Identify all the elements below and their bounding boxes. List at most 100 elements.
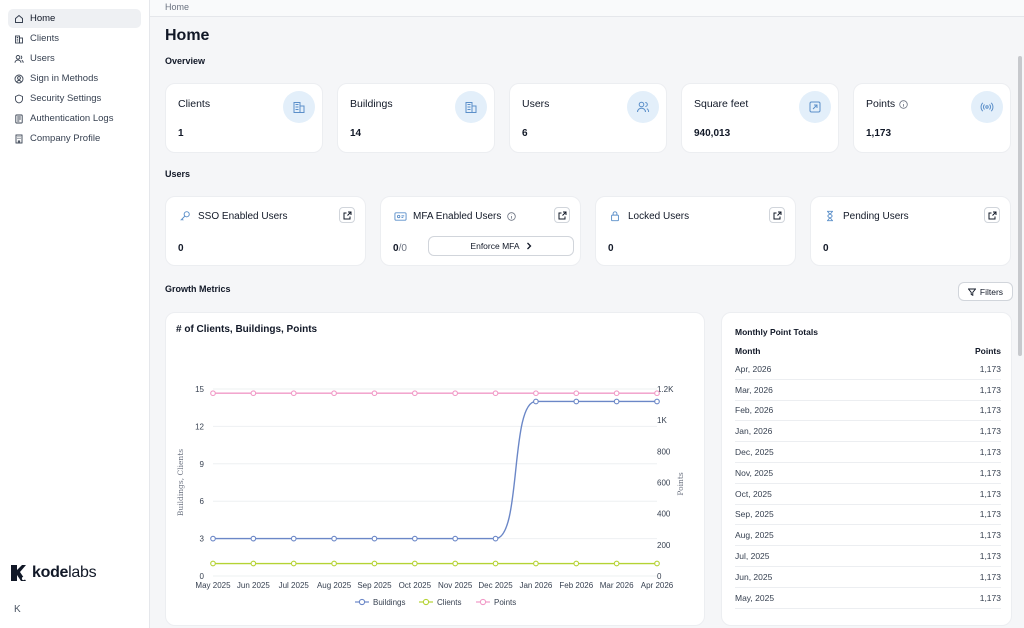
- lock-icon: [608, 209, 622, 223]
- info-icon[interactable]: [899, 99, 908, 109]
- card-value: 14: [350, 128, 362, 139]
- card-value: 0: [178, 243, 184, 254]
- x-tick-label: Sep 2025: [357, 581, 392, 590]
- data-point-buildings: [290, 535, 297, 542]
- main-content: Home Home Overview Clients 1 Buildings 1…: [150, 0, 1024, 628]
- user-card-sso: SSO Enabled Users 0: [165, 196, 366, 266]
- data-point-buildings: [331, 535, 337, 542]
- open-sso-users-button[interactable]: [339, 207, 355, 223]
- data-point-clients: [411, 560, 418, 567]
- card-title: Clients: [178, 98, 211, 110]
- data-point-buildings: [613, 398, 620, 405]
- table-row: Sep, 2025 1,173: [735, 505, 1001, 526]
- table-row: Jun, 2025 1,173: [735, 567, 1001, 588]
- x-tick-label: Dec 2025: [478, 581, 513, 590]
- filters-button[interactable]: Filters: [958, 282, 1013, 301]
- cell-points: 1,173: [979, 426, 1001, 437]
- sidebar-item-security-settings[interactable]: Security Settings: [8, 89, 141, 108]
- table-row: Nov, 2025 1,173: [735, 463, 1001, 484]
- sidebar-item-home[interactable]: Home: [8, 9, 141, 28]
- table-row: Feb, 2026 1,173: [735, 401, 1001, 422]
- growth-chart: 0369121502004006008001K1.2KBuildings, Cl…: [176, 385, 685, 607]
- data-point-buildings: [573, 398, 580, 405]
- y-tick-label: 0: [200, 572, 205, 581]
- data-point-buildings: [492, 535, 499, 542]
- sidebar-item-sign-in-methods[interactable]: Sign in Methods: [8, 69, 141, 88]
- y2-tick-label: 400: [657, 510, 671, 519]
- card-title: Pending Users: [823, 209, 909, 223]
- sidebar-item-authentication-logs[interactable]: Authentication Logs: [8, 109, 141, 128]
- hourglass-icon: [823, 209, 837, 223]
- x-tick-label: Feb 2026: [559, 581, 593, 590]
- open-pending-users-button[interactable]: [984, 207, 1000, 223]
- cell-points: 1,173: [979, 363, 1001, 374]
- filter-icon: [967, 288, 976, 296]
- cell-points: 1,173: [979, 447, 1001, 458]
- logo-text: kodelabs: [32, 564, 97, 581]
- section-overview-label: Overview: [165, 56, 206, 66]
- sidebar-item-users[interactable]: Users: [8, 49, 141, 68]
- log-icon: [14, 114, 24, 124]
- sidebar-nav: Home Clients Users Sign in Methods Secur…: [0, 0, 149, 148]
- legend-swatch-marker: [422, 598, 430, 606]
- open-locked-users-button[interactable]: [769, 207, 785, 223]
- x-tick-label: Jan 2026: [519, 581, 552, 590]
- breadcrumb-home[interactable]: Home: [165, 2, 189, 12]
- home-icon: [14, 14, 24, 24]
- cell-points: 1,173: [979, 592, 1001, 603]
- card-title: Square feet: [694, 98, 749, 110]
- card-title: MFA Enabled Users: [393, 209, 517, 223]
- collapse-sidebar-button[interactable]: K: [14, 604, 21, 615]
- cell-month: Sep, 2025: [735, 509, 774, 520]
- y2-axis-label: Points: [676, 472, 685, 496]
- info-icon[interactable]: [507, 211, 517, 221]
- card-value: 1,173: [866, 128, 892, 139]
- building-icon: [455, 91, 487, 123]
- table-body: Apr, 2026 1,173 Mar, 2026 1,173 Feb, 2026 1,1…: [735, 359, 1001, 609]
- data-point-clients: [371, 560, 378, 567]
- table-row: Jan, 2026 1,173: [735, 421, 1001, 443]
- data-point-buildings: [411, 535, 418, 542]
- building-icon: [14, 34, 24, 44]
- card-value: 6: [522, 128, 528, 139]
- expand-arrow-icon: [799, 91, 831, 123]
- data-point-buildings: [250, 535, 257, 542]
- sidebar-item-company-profile[interactable]: Company Profile: [8, 129, 141, 148]
- breadcrumb: Home: [150, 0, 1024, 17]
- cell-points: 1,173: [979, 488, 1001, 499]
- legend-label: Clients: [437, 598, 461, 607]
- card-title: Locked Users: [608, 209, 689, 223]
- y-axis-label: Buildings, Clients: [176, 449, 185, 516]
- sidebar-item-clients[interactable]: Clients: [8, 29, 141, 48]
- table-row: Apr, 2026 1,173: [735, 359, 1001, 380]
- sidebar-item-label: Company Profile: [30, 133, 101, 144]
- table-row: Aug, 2025 1,173: [735, 525, 1001, 547]
- data-point-clients: [331, 560, 337, 567]
- table-header: Month Points: [735, 346, 1001, 356]
- monthly-points-table-card: Monthly Point Totals Month Points Apr, 2…: [721, 312, 1012, 626]
- y2-tick-label: 0: [657, 572, 662, 581]
- overview-card-square-feet: Square feet 940,013: [681, 83, 839, 153]
- data-point-points: [250, 390, 257, 397]
- column-header-points: Points: [975, 346, 1001, 356]
- data-point-buildings: [533, 398, 539, 405]
- kodelabs-logo-icon: [11, 565, 26, 581]
- open-mfa-users-button[interactable]: [554, 207, 570, 223]
- sidebar: Home Clients Users Sign in Methods Secur…: [0, 0, 150, 628]
- y2-tick-label: 800: [657, 447, 671, 456]
- page-scrollbar[interactable]: [1018, 56, 1022, 356]
- y-tick-label: 12: [195, 422, 204, 431]
- overview-card-users: Users 6: [509, 83, 667, 153]
- cell-points: 1,173: [979, 384, 1001, 395]
- external-link-icon: [773, 211, 781, 219]
- collapse-icon: K: [14, 604, 21, 615]
- data-point-points: [371, 390, 378, 397]
- enforce-mfa-button[interactable]: Enforce MFA: [428, 236, 574, 256]
- cell-month: Jul, 2025: [735, 551, 770, 562]
- y2-tick-label: 1K: [657, 416, 667, 425]
- data-point-clients: [533, 560, 539, 567]
- data-point-buildings: [210, 535, 216, 542]
- card-title: Buildings: [350, 98, 393, 110]
- overview-card-buildings: Buildings 14: [337, 83, 495, 153]
- card-title: SSO Enabled Users: [178, 209, 288, 223]
